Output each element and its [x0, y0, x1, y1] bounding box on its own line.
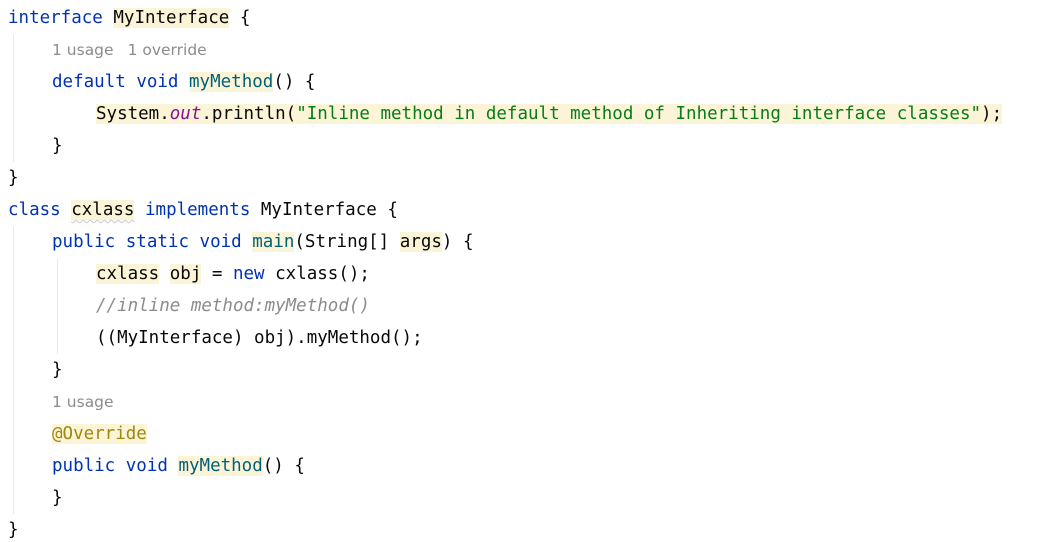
code-line[interactable]: public static void main(String[] args) { — [52, 226, 474, 258]
code-token-plain: } — [8, 168, 19, 188]
code-line[interactable]: ((MyInterface) obj).myMethod(); — [96, 322, 423, 354]
code-line[interactable]: } — [52, 482, 63, 514]
code-line[interactable]: } — [8, 514, 19, 542]
indent-guide — [57, 258, 58, 354]
code-token-kw: default — [52, 72, 126, 92]
code-token-plain: ); — [981, 104, 1003, 124]
indent-guide — [13, 226, 14, 514]
usage-hint-line: 1 usage — [52, 386, 128, 418]
code-token-comment: //inline method:myMethod() — [96, 296, 370, 316]
code-token-kw: new — [232, 264, 265, 284]
indent-guide — [13, 34, 14, 162]
usage-hint[interactable]: 1 usage — [52, 393, 114, 411]
code-line[interactable]: public void myMethod() { — [52, 450, 305, 482]
code-token-plain: args — [399, 232, 442, 252]
code-token-plain: MyInterface { — [250, 200, 398, 220]
code-token-plain: .println( — [201, 104, 297, 124]
code-token-kw: public — [52, 456, 116, 476]
code-line[interactable]: interface MyInterface { — [8, 2, 250, 34]
usage-hint[interactable]: 1 override — [128, 41, 207, 59]
code-token-kw: static — [125, 232, 189, 252]
code-line[interactable]: } — [8, 162, 19, 194]
code-token-str: "Inline method in default method of Inhe… — [296, 104, 982, 124]
code-line[interactable]: class cxlass implements MyInterface { — [8, 194, 398, 226]
code-line[interactable]: } — [52, 354, 63, 386]
code-line[interactable]: @Override — [52, 418, 147, 450]
code-token-plain: (String[] — [294, 232, 400, 252]
usage-hint[interactable]: 1 usage — [52, 41, 114, 59]
code-token-plain: obj — [169, 264, 202, 284]
code-token-plain: } — [52, 488, 63, 508]
code-token-plain: () { — [262, 456, 305, 476]
code-token-plain: } — [52, 136, 63, 156]
code-line[interactable]: default void myMethod() { — [52, 66, 315, 98]
code-token-plain: MyInterface — [113, 8, 230, 28]
code-token-kw: implements — [145, 200, 251, 220]
code-token-plain: cxlass(); — [264, 264, 370, 284]
code-token-static-field: out — [169, 104, 202, 124]
code-token-plain: { — [229, 8, 251, 28]
code-token-plain: ((MyInterface) obj).myMethod(); — [96, 328, 423, 348]
code-token-kw: void — [199, 232, 242, 252]
code-token-decl: myMethod — [178, 456, 263, 476]
code-token-kw: interface — [8, 8, 103, 28]
code-line[interactable]: } — [52, 130, 63, 162]
code-token-plain: cxlass — [96, 264, 160, 284]
code-token-anno: @Override — [52, 424, 147, 444]
code-token-plain: System. — [96, 104, 170, 124]
code-token-plain: cxlass — [71, 200, 135, 220]
code-token-plain: } — [52, 360, 63, 380]
code-token-kw: void — [125, 456, 168, 476]
code-line[interactable]: System.out.println("Inline method in def… — [96, 98, 1003, 130]
code-token-decl: myMethod — [189, 72, 274, 92]
code-token-plain: } — [8, 520, 19, 540]
code-token-plain: ) { — [441, 232, 474, 252]
code-token-kw: class — [8, 200, 61, 220]
code-token-kw: void — [136, 72, 179, 92]
code-token-plain: = — [201, 264, 233, 284]
code-token-decl: main — [252, 232, 295, 252]
code-token-kw: public — [52, 232, 116, 252]
code-line[interactable]: cxlass obj = new cxlass(); — [96, 258, 370, 290]
code-editor[interactable]: interface MyInterface {1 usage 1 override… — [0, 0, 1045, 542]
usage-hint-line: 1 usage 1 override — [52, 34, 221, 66]
code-token-plain: () { — [273, 72, 316, 92]
code-line[interactable]: //inline method:myMethod() — [96, 290, 370, 322]
